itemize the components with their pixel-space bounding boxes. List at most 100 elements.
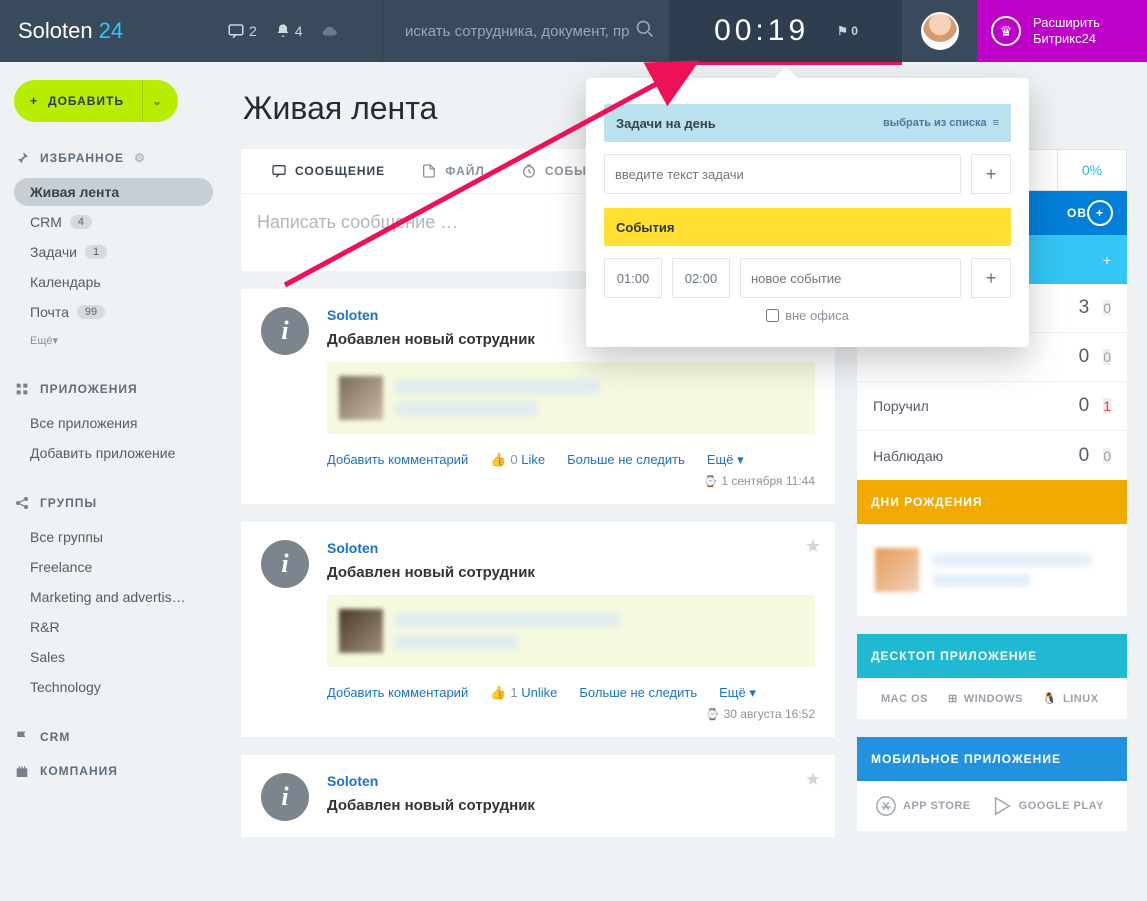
desktop-app-widget: ДЕСКТОП ПРИЛОЖЕНИЕ MAC OS ⊞WINDOWS 🐧LINU… (857, 634, 1127, 719)
add-comment-link[interactable]: Добавить комментарий (327, 452, 468, 468)
download-mac[interactable]: MAC OS (875, 692, 928, 705)
sidebar-item-group[interactable]: Все группы (14, 523, 213, 551)
notifications-indicator[interactable]: 4 (275, 23, 303, 39)
feed-post: ★ i Soloten Добавлен новый сотрудник Доб… (241, 522, 835, 737)
company-header[interactable]: КОМПАНИЯ (14, 763, 213, 779)
download-windows[interactable]: ⊞WINDOWS (948, 692, 1023, 705)
unfollow-link[interactable]: Больше не следить (579, 685, 697, 701)
sidebar-item-apps-add[interactable]: Добавить приложение (14, 439, 213, 467)
post-actions: Добавить комментарий 👍0 Like Больше не с… (327, 452, 815, 468)
tab-message[interactable]: СООБЩЕНИЕ (253, 149, 403, 193)
add-event-button[interactable]: + (971, 258, 1011, 298)
info-icon: i (261, 307, 309, 355)
download-appstore[interactable]: APP STORE (875, 795, 971, 817)
castle-icon (14, 763, 30, 779)
task-filter-row[interactable]: Поручил 0 1 (857, 382, 1127, 431)
apps-icon (14, 381, 30, 397)
post-author[interactable]: Soloten (327, 540, 378, 556)
tab-file[interactable]: ФАЙЛ (403, 149, 503, 193)
search-input[interactable] (405, 23, 635, 40)
post-content-blurred (327, 595, 815, 667)
mobile-app-widget: МОБИЛЬНОЕ ПРИЛОЖЕНИЕ APP STORE GOOGLE PL… (857, 737, 1127, 831)
topbar: Soloten 24 2 4 00:19 ⚑ 0 ♛ РасширитьБитр… (0, 0, 1147, 62)
star-icon[interactable]: ★ (805, 536, 821, 557)
info-icon: i (261, 540, 309, 588)
like-button[interactable]: 👍0 Like (490, 452, 545, 468)
sidebar-item-tasks[interactable]: Задачи1 (14, 238, 213, 266)
work-timer[interactable]: 00:19 ⚑ 0 (670, 0, 902, 62)
sidebar-item-calendar[interactable]: Календарь (14, 268, 213, 296)
post-author[interactable]: Soloten (327, 307, 378, 323)
feed-post: ★ i Soloten Добавлен новый сотрудник (241, 755, 835, 837)
global-search[interactable] (382, 0, 670, 62)
sidebar-item-group[interactable]: Marketing and advertis… (14, 583, 213, 611)
post-title: Добавлен новый сотрудник (327, 797, 815, 814)
post-timestamp: 1 сентября 11:44 (327, 474, 815, 488)
chevron-down-icon[interactable]: ⌄ (142, 80, 172, 122)
add-task-icon[interactable]: + (1087, 200, 1113, 226)
task-filter-row[interactable]: Наблюдаю 0 0 (857, 431, 1127, 480)
play-icon (991, 795, 1013, 817)
user-avatar[interactable] (902, 0, 977, 62)
cloud-icon (321, 22, 339, 40)
pin-icon (14, 150, 30, 166)
groups-section: ГРУППЫ Все группы Freelance Marketing an… (14, 495, 213, 701)
crm-header[interactable]: CRM (14, 729, 213, 745)
post-more-link[interactable]: Ещё ▾ (707, 452, 744, 468)
linux-icon: 🐧 (1043, 692, 1057, 705)
sidebar-item-mail[interactable]: Почта99 (14, 298, 213, 326)
groups-header: ГРУППЫ (14, 495, 213, 511)
like-button[interactable]: 👍1 Unlike (490, 685, 557, 701)
task-text-input[interactable] (604, 154, 961, 194)
upgrade-plan-button[interactable]: ♛ РасширитьБитрикс24 (977, 0, 1147, 62)
birthdays-header: ДНИ РОЖДЕНИЯ (857, 480, 1127, 524)
add-comment-link[interactable]: Добавить комментарий (327, 685, 468, 701)
post-content-blurred (327, 362, 815, 434)
download-linux[interactable]: 🐧LINUX (1043, 692, 1099, 705)
search-icon[interactable] (635, 19, 655, 44)
chat-icon (227, 22, 245, 40)
windows-icon: ⊞ (948, 692, 958, 705)
popover-events-header: События (604, 208, 1011, 246)
out-of-office-checkbox[interactable]: вне офиса (604, 308, 1011, 323)
mobile-widget-header: МОБИЛЬНОЕ ПРИЛОЖЕНИЕ (857, 737, 1127, 781)
event-name-input[interactable] (740, 258, 961, 298)
event-time-from[interactable] (604, 258, 662, 298)
notification-group: 2 4 (227, 0, 382, 62)
birthdays-widget: ДНИ РОЖДЕНИЯ (857, 480, 1127, 616)
flag-icon (14, 729, 30, 745)
sidebar-item-more[interactable]: Ещё ▾ (14, 328, 213, 353)
add-button[interactable]: + ДОБАВИТЬ ⌄ (14, 80, 178, 122)
event-time-to[interactable] (672, 258, 730, 298)
sidebar-item-group[interactable]: Technology (14, 673, 213, 701)
sidebar: + ДОБАВИТЬ ⌄ ИЗБРАННОЕ ⚙ Живая лента CRM… (0, 62, 227, 901)
apps-section: ПРИЛОЖЕНИЯ Все приложения Добавить прило… (14, 381, 213, 467)
apps-header: ПРИЛОЖЕНИЯ (14, 381, 213, 397)
sidebar-item-apps-all[interactable]: Все приложения (14, 409, 213, 437)
sidebar-item-feed[interactable]: Живая лента (14, 178, 213, 206)
pick-from-list-link[interactable]: выбрать из списка ≡ (883, 117, 999, 129)
unfollow-link[interactable]: Больше не следить (567, 452, 685, 468)
brand-suffix: 24 (99, 18, 123, 44)
star-icon[interactable]: ★ (805, 769, 821, 790)
brand-logo[interactable]: Soloten 24 (0, 0, 227, 62)
post-author[interactable]: Soloten (327, 773, 378, 789)
messages-count: 2 (249, 23, 257, 39)
sidebar-item-crm[interactable]: CRM4 (14, 208, 213, 236)
plus-circle-icon[interactable]: + (1103, 252, 1111, 268)
messages-indicator[interactable]: 2 (227, 22, 257, 40)
add-task-button[interactable]: + (971, 154, 1011, 194)
crm-section: CRM (14, 729, 213, 745)
counter-box-pct[interactable]: 0% (1057, 149, 1127, 191)
post-more-link[interactable]: Ещё ▾ (719, 685, 756, 701)
sidebar-item-group[interactable]: Sales (14, 643, 213, 671)
brand-name: Soloten (18, 18, 93, 44)
timer-value: 00:19 (714, 14, 809, 48)
favorites-section: ИЗБРАННОЕ ⚙ Живая лента CRM4 Задачи1 Кал… (14, 150, 213, 353)
sidebar-item-group[interactable]: R&R (14, 613, 213, 641)
cloud-indicator[interactable] (321, 22, 339, 40)
gear-icon[interactable]: ⚙ (134, 151, 146, 165)
checkbox-input[interactable] (766, 309, 779, 322)
sidebar-item-group[interactable]: Freelance (14, 553, 213, 581)
download-googleplay[interactable]: GOOGLE PLAY (991, 795, 1104, 817)
